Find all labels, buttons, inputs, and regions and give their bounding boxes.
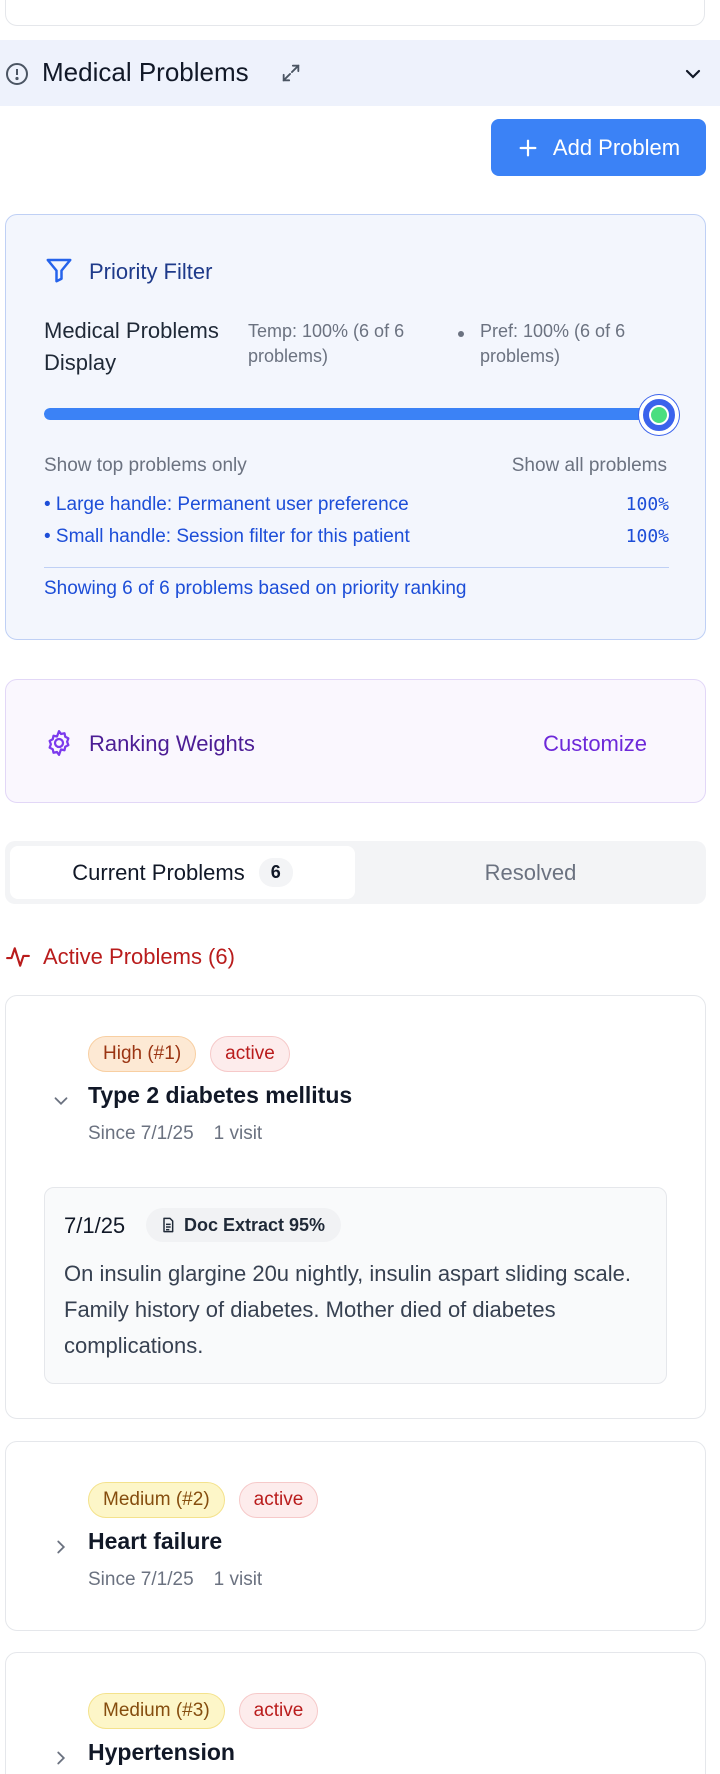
status-badge: active [210,1036,290,1072]
document-icon [163,1217,174,1233]
priority-badge: Medium (#3) [88,1693,225,1729]
problem-card[interactable]: High (#1) active Type 2 diabetes mellitu… [5,995,706,1419]
legend-label: • Small handle: Session filter for this … [44,526,410,547]
priority-filter-title: Priority Filter [89,259,213,284]
active-problems-title: Active Problems (6) [43,944,235,969]
tab-label: Resolved [484,859,577,885]
legend-small-handle: • Small handle: Session filter for this … [44,526,669,548]
problem-name[interactable]: Heart failure [88,1528,222,1555]
visit-count: 1 visit [213,1569,263,1590]
previous-card [5,0,705,26]
range-min-label: Show top problems only [44,455,247,476]
problem-meta: Since 7/1/25 1 visit [88,1569,262,1591]
problem-meta: Since 7/1/25 1 visit [88,1123,262,1145]
legend-large-handle: • Large handle: Permanent user preferenc… [44,494,669,516]
alert-circle-icon [6,63,28,85]
add-problem-label: Add Problem [552,134,681,160]
problem-card[interactable]: Medium (#3) active Hypertension [5,1652,706,1774]
priority-badge: Medium (#2) [88,1482,225,1518]
problem-badges: High (#1) active [88,1036,290,1072]
tab-label: Current Problems [72,859,245,885]
filter-icon [46,258,72,283]
tab-current-problems[interactable]: Current Problems 6 [10,846,355,899]
problem-tabs: Current Problems 6 Resolved [5,841,706,904]
status-badge: active [238,1693,319,1729]
problem-name[interactable]: Hypertension [88,1739,235,1766]
session-slider-handle[interactable] [649,405,669,425]
add-problem-button[interactable]: Add Problem [491,119,706,176]
chevron-down-icon[interactable] [50,1090,72,1112]
legend-label: • Large handle: Permanent user preferenc… [44,494,409,515]
tab-resolved[interactable]: Resolved [360,846,701,899]
problem-name[interactable]: Type 2 diabetes mellitus [88,1082,352,1109]
showing-summary: Showing 6 of 6 problems based on priorit… [44,578,467,599]
since-date: Since 7/1/25 [88,1123,194,1144]
bullet-dot [458,331,464,337]
temp-filter-text: Temp: 100% (6 of 6 problems) [248,321,405,366]
priority-slider-fill [44,408,669,420]
ranking-weights-title: Ranking Weights [89,731,255,756]
customize-button[interactable]: Customize [543,731,647,757]
gear-icon [48,730,70,756]
problem-badges: Medium (#2) active [88,1482,319,1518]
visit-count: 1 visit [213,1123,263,1144]
legend-value: 100% [625,526,669,547]
activity-icon [6,947,30,967]
tab-count-badge: 6 [258,858,293,887]
note-date: 7/1/25 [64,1213,126,1238]
problem-badges: Medium (#3) active [88,1693,319,1729]
chevron-right-icon[interactable] [50,1536,72,1558]
since-date: Since 7/1/25 [88,1569,194,1590]
divider [44,567,669,568]
priority-filter-card: Priority Filter Medical Problems Display… [5,214,706,640]
display-label: Medical Problems Display [44,318,219,375]
plus-icon [519,139,537,156]
priority-badge: High (#1) [88,1036,197,1072]
note-text: On insulin glargine 20u nightly, insulin… [64,1261,632,1358]
pref-filter-text: Pref: 100% (6 of 6 problems) [480,321,626,366]
legend-value: 100% [625,494,669,515]
range-max-label: Show all problems [511,455,667,476]
priority-slider-handle[interactable] [639,395,679,435]
expand-icon[interactable] [280,62,302,84]
medical-problems-header[interactable]: Medical Problems [0,40,720,106]
status-badge: active [238,1482,319,1518]
section-title: Medical Problems [42,57,249,87]
ranking-weights-card: Ranking Weights Customize [5,679,706,803]
source-badge: Doc Extract 95% [146,1208,342,1242]
problem-card[interactable]: Medium (#2) active Heart failure Since 7… [5,1441,706,1631]
chevron-down-icon[interactable] [681,62,705,86]
source-label: Doc Extract 95% [184,1214,326,1235]
problem-note: 7/1/25 Doc Extract 95% On insulin glargi… [44,1187,667,1384]
priority-slider-track[interactable] [44,408,669,420]
active-problems-header: Active Problems (6) [5,944,235,970]
chevron-right-icon[interactable] [50,1747,72,1769]
